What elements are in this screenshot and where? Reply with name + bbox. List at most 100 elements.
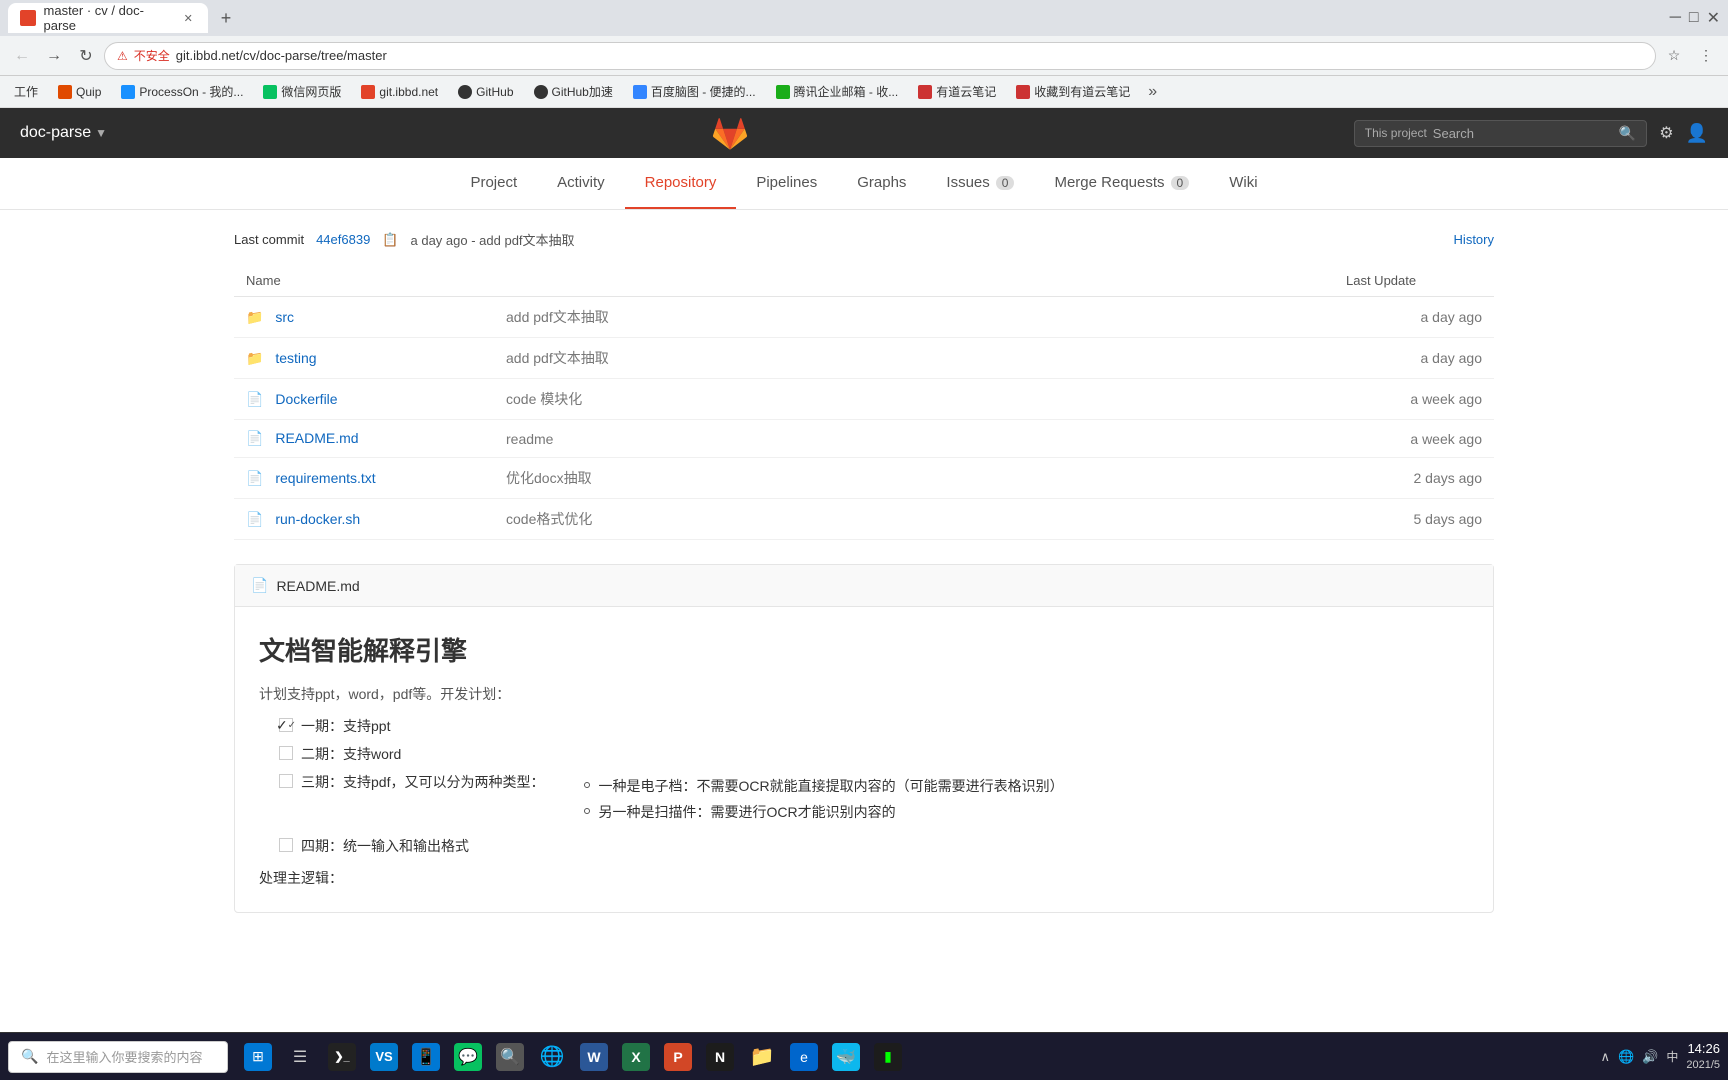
file-link[interactable]: testing <box>275 350 316 366</box>
commit-message-text: a day ago - add pdf文本抽取 <box>411 230 575 249</box>
bookmark-github[interactable]: GitHub <box>452 83 519 101</box>
file-link[interactable]: README.md <box>275 430 358 446</box>
checkbox-1 <box>279 746 293 760</box>
readme-section: 📄 README.md 文档智能解释引擎 计划支持ppt，word，pdf等。开… <box>234 564 1494 913</box>
clock-date: 2021/5 <box>1686 1058 1720 1072</box>
taskbar-right: ∧ 🌐 🔊 中 14:26 2021/5 <box>1600 1041 1720 1072</box>
last-update-cell: 5 days ago <box>1334 499 1494 540</box>
file-link[interactable]: src <box>275 309 294 325</box>
copy-commit-icon[interactable]: 📋 <box>382 232 398 248</box>
gitlab-logo <box>712 115 748 151</box>
sub-list-item: 一种是电子档：不需要OCR就能直接提取内容的（可能需要进行表格识别） <box>584 776 1063 796</box>
taskbar-docker[interactable]: 🐳 <box>826 1037 866 1077</box>
maximize-button[interactable]: □ <box>1689 9 1699 27</box>
windows-search-bar[interactable]: 🔍 在这里输入你要搜索的内容 <box>8 1041 228 1073</box>
taskbar-ie[interactable]: e <box>784 1037 824 1077</box>
minimize-button[interactable]: ─ <box>1670 9 1681 27</box>
taskbar-excel[interactable]: X <box>616 1037 656 1077</box>
search-box[interactable]: This project 🔍 <box>1354 120 1647 147</box>
taskbar-folder[interactable]: 📁 <box>742 1037 782 1077</box>
bookmark-baidu-map[interactable]: 百度脑图 - 便捷的... <box>627 81 762 102</box>
tab-graphs[interactable]: Graphs <box>837 158 926 209</box>
bookmark-quip[interactable]: Quip <box>52 83 107 101</box>
history-link[interactable]: History <box>1454 232 1494 247</box>
commit-msg-cell: add pdf文本抽取 <box>494 338 1334 379</box>
bookmark-baidu-map-label: 百度脑图 - 便捷的... <box>651 83 756 100</box>
bookmark-star-button[interactable]: ☆ <box>1660 42 1688 70</box>
name-column-header: Name <box>234 265 494 297</box>
sub-item-label: 一种是电子档：不需要OCR就能直接提取内容的（可能需要进行表格识别） <box>598 776 1063 796</box>
header-right: This project 🔍 ⚙ 👤 <box>1354 120 1708 147</box>
list-item-label: 三期：支持pdf，又可以分为两种类型： <box>301 772 544 792</box>
bookmark-processon[interactable]: ProcessOn - 我的... <box>115 81 249 102</box>
taskbar-wechat[interactable]: 💬 <box>448 1037 488 1077</box>
github-favicon <box>458 85 472 99</box>
tab-merge-requests[interactable]: Merge Requests 0 <box>1034 158 1209 209</box>
clock-time: 14:26 <box>1686 1041 1720 1058</box>
taskbar-terminal2[interactable]: ▮ <box>868 1037 908 1077</box>
taskbar-notepad[interactable]: N <box>700 1037 740 1077</box>
bookmark-git-label: git.ibbd.net <box>379 85 438 99</box>
bookmark-youdao-save[interactable]: 收藏到有道云笔记 <box>1010 81 1136 102</box>
commit-hash-link[interactable]: 44ef6839 <box>316 232 370 247</box>
header-left: doc-parse ▼ <box>20 124 107 142</box>
file-link[interactable]: run-docker.sh <box>275 511 360 527</box>
file-link[interactable]: requirements.txt <box>275 470 375 486</box>
tab-close-button[interactable]: ✕ <box>180 10 196 26</box>
taskbar-clock[interactable]: 14:26 2021/5 <box>1686 1041 1720 1072</box>
taskbar-terminal[interactable]: ❯_ <box>322 1037 362 1077</box>
search-input[interactable] <box>1433 126 1613 141</box>
file-name-cell: 📄 requirements.txt <box>234 458 494 499</box>
tray-volume-icon[interactable]: 🔊 <box>1642 1049 1658 1065</box>
bookmark-github-speed[interactable]: GitHub加速 <box>528 81 619 102</box>
taskbar-vscode[interactable]: VS <box>364 1037 404 1077</box>
tab-repository[interactable]: Repository <box>625 158 737 209</box>
tab-pipelines[interactable]: Pipelines <box>736 158 837 209</box>
taskbar-taskview[interactable]: ☰ <box>280 1037 320 1077</box>
tab-activity[interactable]: Activity <box>537 158 625 209</box>
bookmark-youdao[interactable]: 有道云笔记 <box>912 81 1002 102</box>
taskbar-search-app[interactable]: 🔍 <box>490 1037 530 1077</box>
browser-tab-active[interactable]: master · cv / doc-parse ✕ <box>8 3 208 33</box>
reload-button[interactable]: ↻ <box>72 42 100 70</box>
system-tray-icons: ∧ 🌐 🔊 中 <box>1600 1048 1678 1065</box>
git-favicon <box>361 85 375 99</box>
taskbar-ppt[interactable]: P <box>658 1037 698 1077</box>
bookmark-github-speed-label: GitHub加速 <box>552 83 613 100</box>
bookmarks-more[interactable]: » <box>1148 83 1157 101</box>
close-window-button[interactable]: ✕ <box>1707 8 1720 28</box>
wechat-favicon <box>263 85 277 99</box>
taskbar-word[interactable]: W <box>574 1037 614 1077</box>
taskbar: 🔍 在这里输入你要搜索的内容 ⊞ ☰ ❯_ VS 📱 💬 🔍 🌐 W <box>0 1032 1728 1080</box>
taskbar-phone[interactable]: 📱 <box>406 1037 446 1077</box>
sub-item-label: 另一种是扫描件：需要进行OCR才能识别内容的 <box>598 802 895 822</box>
settings-icon[interactable]: ⚙ <box>1659 123 1673 143</box>
user-icon[interactable]: 👤 <box>1686 123 1708 144</box>
browser-chrome: master · cv / doc-parse ✕ + ─ □ ✕ ← → ↻ … <box>0 0 1728 108</box>
update-column-header: Last Update <box>1334 265 1494 297</box>
bullet-icon <box>584 782 590 788</box>
tab-project[interactable]: Project <box>450 158 537 209</box>
bookmark-work[interactable]: 工作 <box>8 81 44 102</box>
taskbar-chrome[interactable]: 🌐 <box>532 1037 572 1077</box>
tray-language-icon[interactable]: 中 <box>1666 1048 1678 1065</box>
file-link[interactable]: Dockerfile <box>275 391 337 407</box>
bookmark-wechat[interactable]: 微信网页版 <box>257 81 347 102</box>
tab-wiki[interactable]: Wiki <box>1209 158 1277 209</box>
tab-pipelines-label: Pipelines <box>756 174 817 191</box>
bookmark-git[interactable]: git.ibbd.net <box>355 83 444 101</box>
tray-network-icon[interactable]: 🌐 <box>1618 1049 1634 1065</box>
forward-button[interactable]: → <box>40 42 68 70</box>
new-tab-button[interactable]: + <box>212 4 240 32</box>
taskbar-windows-button[interactable]: ⊞ <box>238 1037 278 1077</box>
browser-settings-button[interactable]: ⋮ <box>1692 42 1720 70</box>
project-name[interactable]: doc-parse ▼ <box>20 124 107 142</box>
last-commit-label: Last commit <box>234 232 304 247</box>
commit-header: Last commit 44ef6839 📋 a day ago - add p… <box>234 230 1494 249</box>
back-button[interactable]: ← <box>8 42 36 70</box>
address-bar[interactable]: ⚠ 不安全 git.ibbd.net/cv/doc-parse/tree/mas… <box>104 42 1656 70</box>
tab-issues[interactable]: Issues 0 <box>926 158 1034 209</box>
bookmark-tencent-mail[interactable]: 腾讯企业邮箱 - 收... <box>770 81 905 102</box>
navigation-bar: ← → ↻ ⚠ 不安全 git.ibbd.net/cv/doc-parse/tr… <box>0 36 1728 76</box>
list-item-label: 一期：支持ppt <box>301 716 390 736</box>
